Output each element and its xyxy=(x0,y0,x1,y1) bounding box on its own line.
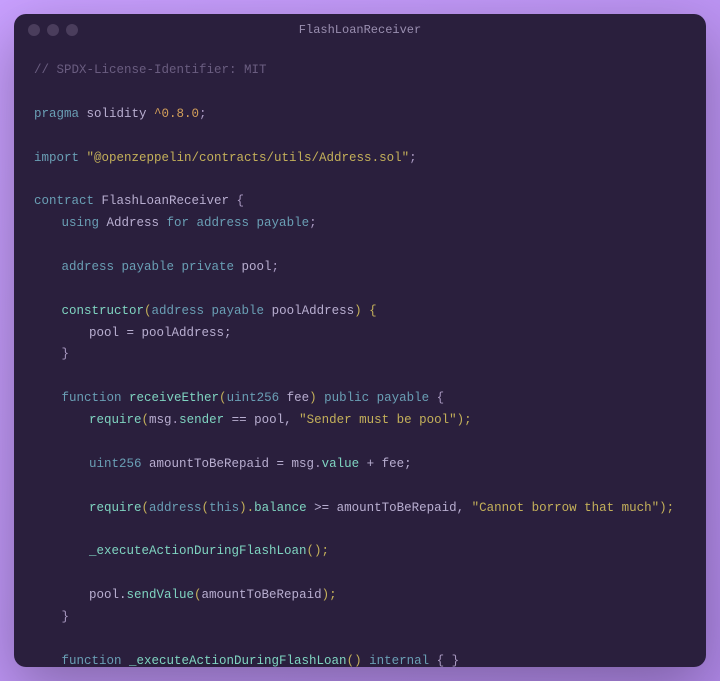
code-token: pragma xyxy=(34,107,79,121)
code-token: >= amountToBeRepaid, xyxy=(307,501,472,515)
code-token: pool = poolAddress; xyxy=(89,326,232,340)
code-token: ( xyxy=(144,304,152,318)
code-token: ); xyxy=(322,588,337,602)
code-token: require xyxy=(89,413,142,427)
code-token: ) xyxy=(309,391,324,405)
code-token: amountToBeRepaid xyxy=(202,588,322,602)
code-token: { } xyxy=(429,654,459,667)
code-token: sender xyxy=(179,413,224,427)
code-token: msg xyxy=(292,457,315,471)
code-token: address xyxy=(149,501,202,515)
code-token: pool xyxy=(234,260,272,274)
code-token: require xyxy=(89,501,142,515)
close-icon[interactable] xyxy=(28,24,40,36)
code-token: ) { xyxy=(354,304,377,318)
code-token: address payable private xyxy=(62,260,235,274)
code-token: uint256 xyxy=(227,391,280,405)
code-token: ). xyxy=(239,501,254,515)
code-token: "@openzeppelin/contracts/utils/Address.s… xyxy=(79,151,409,165)
code-token: using xyxy=(62,216,100,230)
code-token: address payable xyxy=(189,216,309,230)
code-token: _executeActionDuringFlashLoan xyxy=(89,544,307,558)
code-token: == pool, xyxy=(224,413,299,427)
code-token: internal xyxy=(369,654,429,667)
code-token: ( xyxy=(142,501,150,515)
maximize-icon[interactable] xyxy=(66,24,78,36)
code-token: FlashLoanReceiver xyxy=(94,194,237,208)
code-token: balance xyxy=(254,501,307,515)
code-token: constructor xyxy=(62,304,145,318)
code-token: function xyxy=(62,654,122,667)
code-token: for xyxy=(167,216,190,230)
code-token: _executeActionDuringFlashLoan xyxy=(122,654,347,667)
code-token: import xyxy=(34,151,79,165)
code-token: solidity xyxy=(79,107,154,121)
code-token: { xyxy=(237,194,245,208)
minimize-icon[interactable] xyxy=(47,24,59,36)
code-token: msg xyxy=(149,413,172,427)
code-token: pool. xyxy=(89,588,127,602)
code-token: . xyxy=(172,413,180,427)
titlebar: FlashLoanReceiver xyxy=(14,14,706,46)
traffic-lights xyxy=(28,24,78,36)
code-token: ( xyxy=(219,391,227,405)
code-token: address payable xyxy=(152,304,265,318)
code-token: (); xyxy=(307,544,330,558)
code-token: ; xyxy=(199,107,207,121)
code-token: poolAddress xyxy=(264,304,354,318)
code-token: function xyxy=(62,391,122,405)
code-token: value xyxy=(322,457,360,471)
code-token: ( xyxy=(142,413,150,427)
code-token: ( xyxy=(194,588,202,602)
code-editor[interactable]: // SPDX-License-Identifier: MIT pragma s… xyxy=(14,46,706,667)
code-token: amountToBeRepaid = xyxy=(142,457,292,471)
code-comment: // SPDX-License-Identifier: MIT xyxy=(34,63,267,77)
code-token: fee xyxy=(279,391,309,405)
code-token: ; xyxy=(309,216,317,230)
code-token: "Sender must be pool" xyxy=(299,413,457,427)
code-token: Address xyxy=(99,216,167,230)
code-token: receiveEther xyxy=(122,391,220,405)
code-token: this xyxy=(209,501,239,515)
code-token: () xyxy=(347,654,370,667)
code-token: } xyxy=(62,347,70,361)
code-token: ( xyxy=(202,501,210,515)
code-token: contract xyxy=(34,194,94,208)
code-token: sendValue xyxy=(127,588,195,602)
code-token: ); xyxy=(457,413,472,427)
window-title: FlashLoanReceiver xyxy=(299,23,421,37)
code-token: uint256 xyxy=(89,457,142,471)
code-token: ^0.8.0 xyxy=(154,107,199,121)
code-token: public payable xyxy=(324,391,429,405)
code-token: "Cannot borrow that much" xyxy=(472,501,660,515)
code-token: ; xyxy=(409,151,417,165)
code-token: . xyxy=(314,457,322,471)
code-token: { xyxy=(429,391,444,405)
code-token: ; xyxy=(272,260,280,274)
code-token: ); xyxy=(659,501,674,515)
code-token: } xyxy=(62,610,70,624)
editor-window: FlashLoanReceiver // SPDX-License-Identi… xyxy=(14,14,706,667)
code-token: + fee; xyxy=(359,457,412,471)
